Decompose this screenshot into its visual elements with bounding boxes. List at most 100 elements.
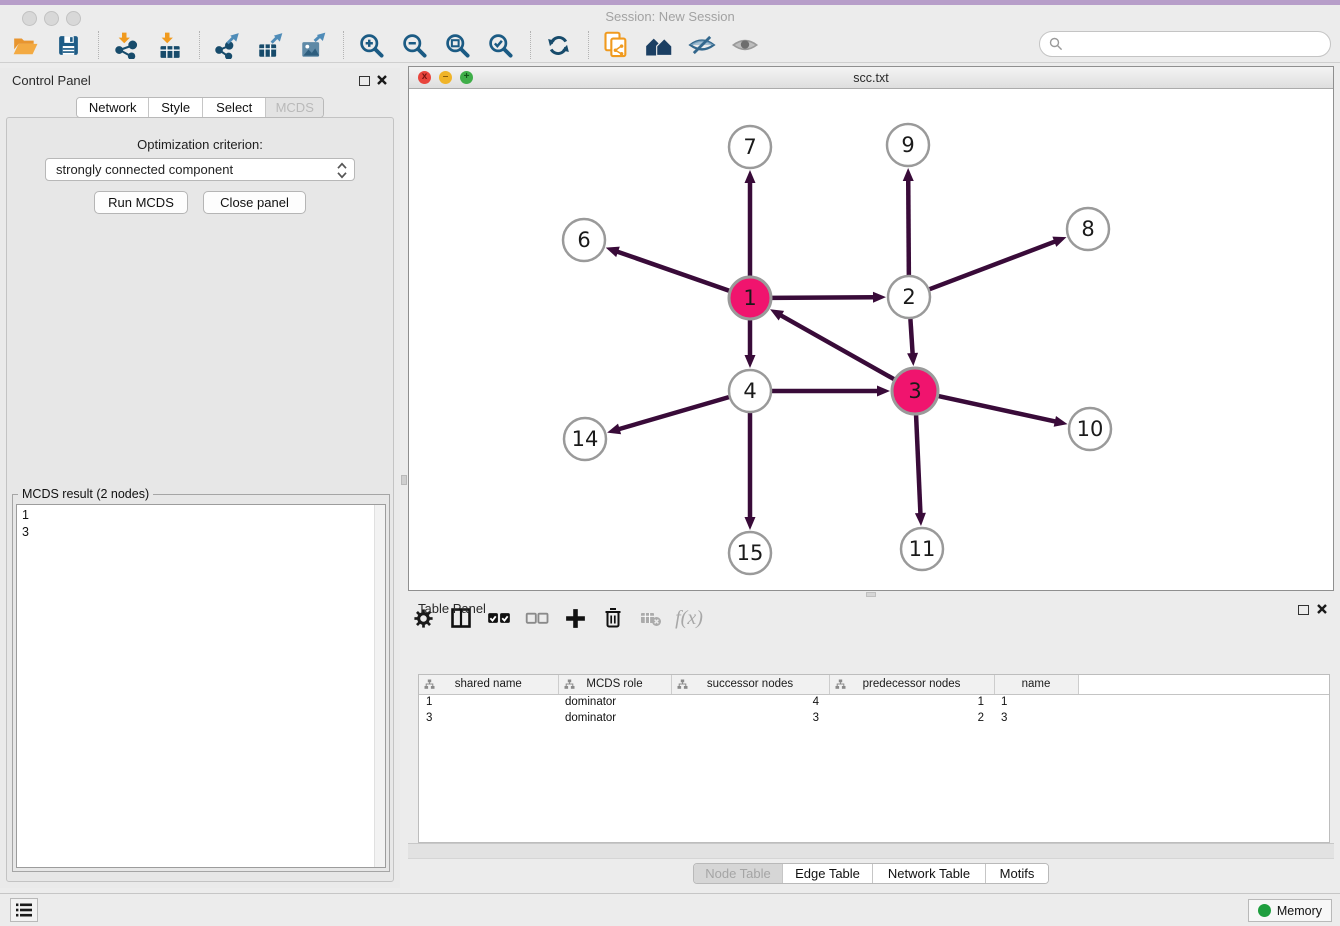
close-panel-icon[interactable] — [376, 74, 388, 86]
table-cell[interactable]: 1 — [829, 694, 994, 710]
search-icon — [1049, 37, 1063, 51]
close-panel-icon[interactable] — [1316, 603, 1328, 615]
column-header-mcds-role[interactable]: MCDS role — [558, 675, 671, 694]
zoom-out-button[interactable] — [397, 30, 431, 60]
node-table: shared name MCDS role successor nodes pr… — [418, 674, 1330, 843]
tab-mcds[interactable]: MCDS — [266, 98, 323, 117]
graph-edge[interactable] — [618, 397, 729, 429]
criterion-select[interactable]: strongly connected component — [45, 158, 355, 181]
zoom-in-button[interactable] — [354, 30, 388, 60]
fx-icon: f(x) — [675, 607, 703, 630]
graph-edge[interactable] — [938, 396, 1056, 422]
table-cell[interactable]: dominator — [558, 710, 671, 726]
network-window-titlebar[interactable]: x – + scc.txt — [409, 67, 1333, 89]
plus-icon — [563, 606, 588, 631]
float-panel-icon[interactable] — [1298, 605, 1309, 615]
zoom-fit-button[interactable] — [440, 30, 474, 60]
zoom-selected-button[interactable] — [483, 30, 517, 60]
column-header-predecessor-nodes[interactable]: predecessor nodes — [829, 675, 994, 694]
column-header-name[interactable]: name — [994, 675, 1078, 694]
task-history-button[interactable] — [10, 898, 38, 922]
add-column-button[interactable] — [560, 603, 590, 633]
column-header-successor-nodes[interactable]: successor nodes — [671, 675, 829, 694]
graph-edge-arrowhead — [907, 353, 918, 366]
select-all-button[interactable] — [484, 603, 514, 633]
tab-select[interactable]: Select — [203, 98, 266, 117]
graph-edge-arrowhead — [745, 170, 756, 183]
memory-status-icon — [1258, 904, 1271, 917]
graph-node-label: 4 — [743, 379, 756, 403]
graph-edge[interactable] — [772, 297, 875, 298]
delete-table-button[interactable] — [636, 603, 666, 633]
table-cell[interactable]: 2 — [829, 710, 994, 726]
tab-node-table[interactable]: Node Table — [694, 864, 783, 883]
graph-edge[interactable] — [908, 179, 909, 275]
import-table-button[interactable] — [152, 30, 186, 60]
criterion-value: strongly connected component — [56, 162, 233, 177]
network-window-title: scc.txt — [409, 71, 1333, 85]
refresh-view-button[interactable] — [541, 30, 575, 60]
column-header-shared-name[interactable]: shared name — [419, 675, 558, 694]
open-file-button[interactable] — [8, 30, 42, 60]
tab-style[interactable]: Style — [149, 98, 203, 117]
table-cell[interactable]: 1 — [994, 694, 1078, 710]
show-all-button[interactable] — [728, 30, 762, 60]
table-row[interactable]: 1dominator411 — [419, 694, 1329, 710]
table-cell[interactable] — [1078, 710, 1329, 726]
graph-edge[interactable] — [780, 315, 894, 380]
mcds-result-title: MCDS result (2 nodes) — [18, 487, 153, 501]
result-scrollbar[interactable] — [374, 505, 385, 867]
table-scrollbar-track[interactable] — [408, 843, 1334, 859]
graph-node-label: 3 — [908, 379, 921, 403]
control-panel-title: Control Panel — [12, 73, 91, 88]
save-session-button[interactable] — [51, 30, 85, 60]
graph-edge-arrowhead — [903, 168, 914, 181]
memory-button[interactable]: Memory — [1248, 899, 1332, 922]
table-cell[interactable]: 3 — [994, 710, 1078, 726]
table-cell[interactable]: dominator — [558, 694, 671, 710]
tab-network-table[interactable]: Network Table — [873, 864, 986, 883]
hide-selected-button[interactable] — [685, 30, 719, 60]
graph-node-label: 1 — [743, 286, 756, 310]
table-panel: Table Panel f(x) shared name MCDS role s… — [408, 597, 1334, 888]
table-cell[interactable]: 4 — [671, 694, 829, 710]
table-toolbar: f(x) — [408, 597, 1314, 639]
mcds-result-textarea[interactable]: 1 3 — [16, 504, 386, 868]
vertical-splitter[interactable] — [400, 68, 408, 888]
network-canvas[interactable]: 7968124310141511 — [409, 89, 1333, 590]
export-network-button[interactable] — [210, 30, 244, 60]
graph-edge-arrowhead — [606, 247, 620, 257]
table-cell[interactable]: 1 — [419, 694, 558, 710]
tab-motifs[interactable]: Motifs — [986, 864, 1048, 883]
float-panel-icon[interactable] — [359, 76, 370, 86]
table-cell[interactable] — [1078, 694, 1329, 710]
table-row[interactable]: 3dominator323 — [419, 710, 1329, 726]
splitter-handle[interactable] — [401, 475, 407, 485]
graph-node-label: 2 — [902, 285, 915, 309]
graph-edge[interactable] — [916, 415, 920, 515]
window-title: Session: New Session — [0, 9, 1340, 24]
graph-edge-arrowhead — [1054, 416, 1068, 427]
import-network-button[interactable] — [109, 30, 143, 60]
table-cell[interactable]: 3 — [419, 710, 558, 726]
search-input[interactable] — [1068, 34, 1330, 54]
graph-edge[interactable] — [930, 241, 1057, 289]
table-cell[interactable]: 3 — [671, 710, 829, 726]
export-table-button[interactable] — [253, 30, 287, 60]
first-neighbors-button[interactable] — [642, 30, 676, 60]
graph-edge[interactable] — [616, 251, 729, 291]
new-network-from-selection-button[interactable] — [599, 30, 633, 60]
deselect-all-icon — [524, 605, 550, 631]
search-box[interactable] — [1039, 31, 1331, 57]
graph-node-label: 6 — [577, 228, 590, 252]
close-panel-button[interactable]: Close panel — [203, 191, 306, 214]
deselect-all-button[interactable] — [522, 603, 552, 633]
run-mcds-button[interactable]: Run MCDS — [94, 191, 188, 214]
export-image-button[interactable] — [296, 30, 330, 60]
tab-network[interactable]: Network — [77, 98, 149, 117]
function-builder-button[interactable]: f(x) — [674, 603, 704, 633]
select-stepper-icon — [336, 162, 348, 179]
graph-edge[interactable] — [910, 319, 912, 355]
tab-edge-table[interactable]: Edge Table — [783, 864, 873, 883]
delete-column-button[interactable] — [598, 603, 628, 633]
